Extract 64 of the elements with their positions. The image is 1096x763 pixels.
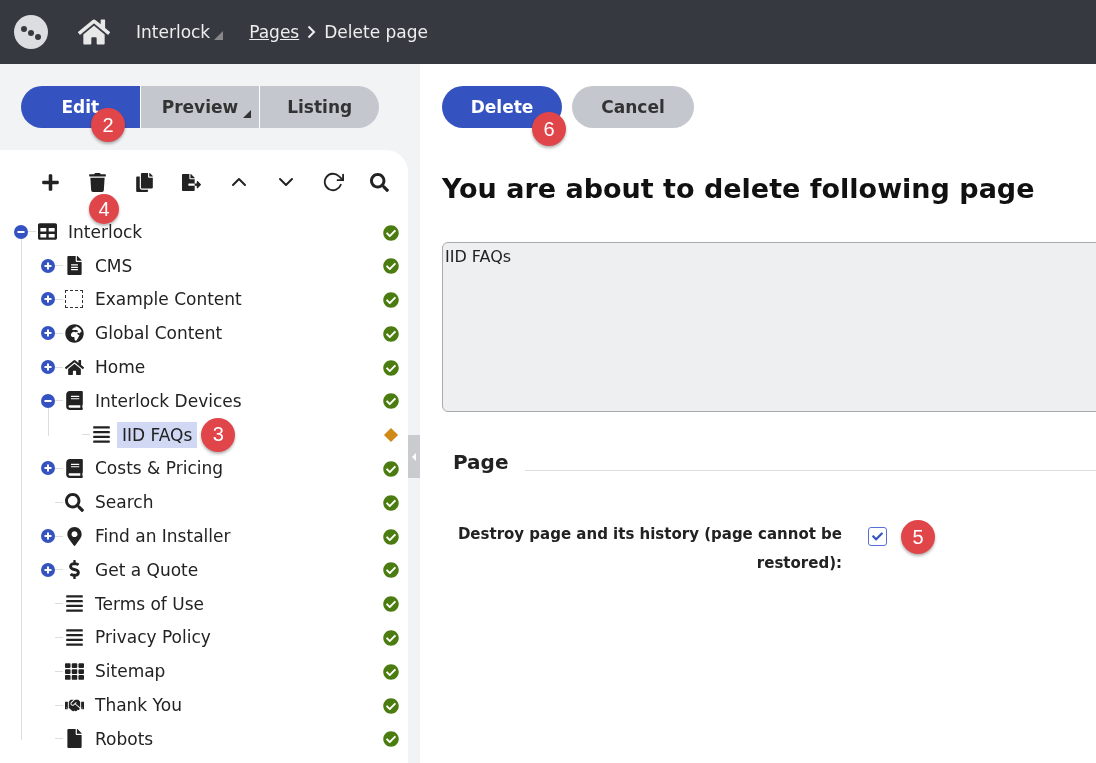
tab[interactable]: Listing xyxy=(260,86,379,128)
pages-text-area[interactable]: IID FAQs xyxy=(442,242,1096,412)
field-label: Destroy page and its history (page cannot be restored): xyxy=(456,524,842,574)
map-pin-icon xyxy=(64,526,84,546)
search-icon xyxy=(64,492,84,512)
check-icon xyxy=(872,531,883,542)
collapse-toggle[interactable] xyxy=(41,393,55,408)
expand-toggle[interactable] xyxy=(41,461,55,476)
layout-icon xyxy=(37,222,57,242)
tree-item[interactable]: Terms of Use xyxy=(90,590,209,617)
tree-item[interactable]: Home xyxy=(90,354,151,381)
file-arrow-icon xyxy=(182,172,201,192)
tree-item[interactable]: Example Content xyxy=(90,286,247,313)
text-lines-icon xyxy=(91,425,111,445)
file-icon xyxy=(64,729,84,749)
house-icon xyxy=(64,357,84,377)
refresh-icon xyxy=(321,171,344,193)
document-icon xyxy=(64,256,84,276)
collapse-toggle[interactable] xyxy=(14,224,28,239)
breadcrumb-current: Delete page xyxy=(324,22,428,42)
book-icon xyxy=(64,458,84,478)
logo-icon[interactable] xyxy=(14,15,48,49)
tree-item[interactable]: Robots xyxy=(90,725,159,752)
add-icon xyxy=(41,172,60,192)
tab[interactable]: Preview xyxy=(140,86,261,128)
tree-item[interactable]: Sitemap xyxy=(90,658,171,685)
search-icon xyxy=(370,172,389,192)
tree-item[interactable]: Get a Quote xyxy=(90,556,204,583)
step-badge: 4 xyxy=(89,194,119,224)
tree-item[interactable]: IID FAQs xyxy=(117,421,198,448)
expand-toggle[interactable] xyxy=(41,529,55,544)
grid-icon xyxy=(64,661,84,681)
chevron-right-icon xyxy=(307,25,317,39)
tree-item[interactable]: Find an Installer xyxy=(90,523,236,550)
dashed-square-icon xyxy=(65,290,83,309)
step-badge: 6 xyxy=(532,112,566,146)
text-lines-icon xyxy=(64,627,84,647)
step-badge: 3 xyxy=(201,417,236,452)
tree-item[interactable]: Search xyxy=(90,489,159,516)
trash-icon xyxy=(88,172,107,192)
dropdown-icon xyxy=(214,30,224,40)
cancel-button[interactable]: Cancel xyxy=(572,86,694,128)
fieldset-legend: Page xyxy=(442,450,525,474)
destroy-checkbox[interactable] xyxy=(868,527,887,546)
globe-icon xyxy=(64,323,84,343)
page-heading: You are about to delete following page xyxy=(442,173,1036,204)
expand-toggle[interactable] xyxy=(41,360,55,375)
tree-item[interactable]: Interlock Devices xyxy=(90,387,247,414)
expand-toggle[interactable] xyxy=(41,292,55,307)
tree-item[interactable]: Costs & Pricing xyxy=(90,455,228,482)
site-name[interactable]: Interlock xyxy=(136,22,211,42)
tree-item[interactable]: Privacy Policy xyxy=(90,624,216,651)
expand-toggle[interactable] xyxy=(41,258,55,273)
book-icon xyxy=(64,391,84,411)
tree-item[interactable]: Thank You xyxy=(90,692,187,719)
expand-toggle[interactable] xyxy=(41,326,55,341)
expand-toggle[interactable] xyxy=(41,562,55,577)
tree-item[interactable]: Global Content xyxy=(90,320,228,347)
text-lines-icon xyxy=(64,594,84,614)
tree-item[interactable]: CMS xyxy=(90,252,138,279)
breadcrumb-link[interactable]: Pages xyxy=(249,22,300,42)
step-badge: 5 xyxy=(901,520,935,554)
copy-icon xyxy=(135,172,154,192)
panel-collapse-handle[interactable] xyxy=(408,435,420,478)
